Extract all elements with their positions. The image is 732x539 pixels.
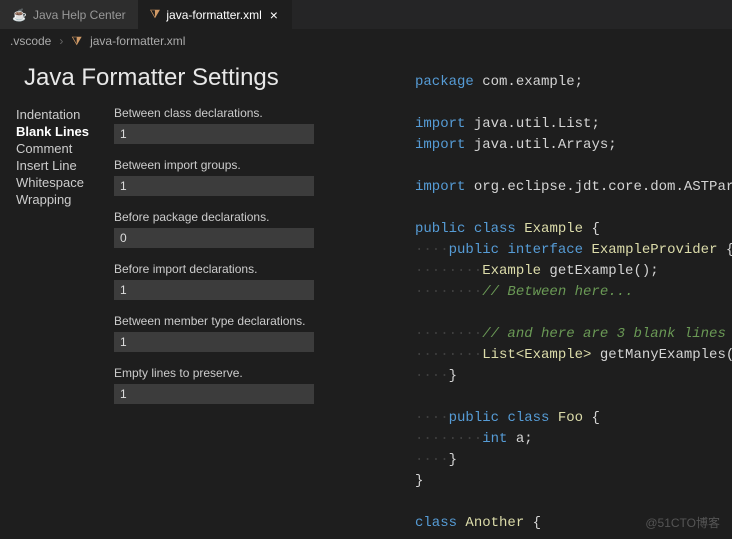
settings-sidebar: Indentation Blank Lines Comment Insert L… (16, 106, 94, 418)
field-between-class-declarations: Between class declarations. (114, 106, 379, 144)
watermark: @51CTO博客 (645, 514, 720, 531)
chevron-right-icon: › (59, 34, 63, 48)
tab-java-help-center[interactable]: ☕ Java Help Center (0, 0, 138, 29)
field-label: Before import declarations. (114, 262, 379, 276)
breadcrumb-file[interactable]: java-formatter.xml (90, 34, 185, 48)
field-label: Between class declarations. (114, 106, 379, 120)
sidebar-item-whitespace[interactable]: Whitespace (16, 174, 94, 191)
settings-fields: Between class declarations. Between impo… (114, 106, 379, 418)
settings-pane: Java Formatter Settings Indentation Blan… (0, 52, 395, 539)
field-before-package-declarations: Before package declarations. (114, 210, 379, 248)
sidebar-item-wrapping[interactable]: Wrapping (16, 191, 94, 208)
breadcrumb: .vscode › ⧩ java-formatter.xml (0, 30, 732, 52)
xml-file-icon: ⧩ (71, 34, 82, 49)
field-input[interactable] (114, 228, 314, 248)
field-between-member-type-declarations: Between member type declarations. (114, 314, 379, 352)
tab-label: java-formatter.xml (166, 8, 261, 22)
field-input[interactable] (114, 176, 314, 196)
field-label: Between import groups. (114, 158, 379, 172)
field-between-import-groups: Between import groups. (114, 158, 379, 196)
field-input[interactable] (114, 124, 314, 144)
sidebar-item-insert-line[interactable]: Insert Line (16, 157, 94, 174)
field-empty-lines-to-preserve: Empty lines to preserve. (114, 366, 379, 404)
field-label: Before package declarations. (114, 210, 379, 224)
xml-file-icon: ⧩ (150, 7, 161, 22)
sidebar-item-comment[interactable]: Comment (16, 140, 94, 157)
field-input[interactable] (114, 280, 314, 300)
content-area: Java Formatter Settings Indentation Blan… (0, 52, 732, 539)
editor-tabs: ☕ Java Help Center ⧩ java-formatter.xml … (0, 0, 732, 30)
sidebar-item-blank-lines[interactable]: Blank Lines (16, 123, 94, 140)
field-input[interactable] (114, 384, 314, 404)
field-input[interactable] (114, 332, 314, 352)
tab-java-formatter[interactable]: ⧩ java-formatter.xml × (138, 0, 292, 29)
field-label: Between member type declarations. (114, 314, 379, 328)
code-preview: package com.example; import java.util.Li… (395, 52, 732, 539)
sidebar-item-indentation[interactable]: Indentation (16, 106, 94, 123)
page-title: Java Formatter Settings (24, 64, 371, 92)
tab-label: Java Help Center (33, 8, 126, 22)
coffee-icon: ☕ (12, 8, 27, 22)
breadcrumb-folder[interactable]: .vscode (10, 34, 51, 48)
field-label: Empty lines to preserve. (114, 366, 379, 380)
field-before-import-declarations: Before import declarations. (114, 262, 379, 300)
close-icon[interactable]: × (268, 8, 280, 22)
